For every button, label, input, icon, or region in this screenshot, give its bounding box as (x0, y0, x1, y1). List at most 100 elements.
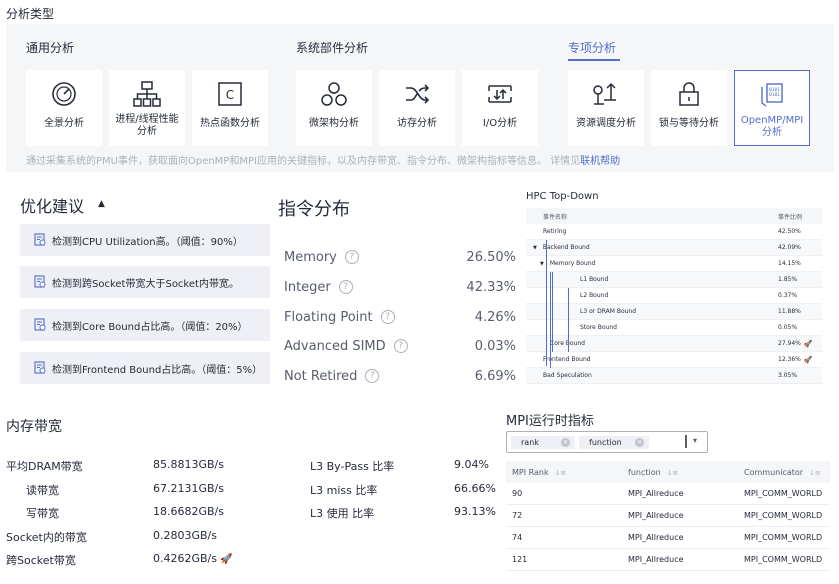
help-question-icon[interactable]: ? (365, 369, 380, 383)
card-hierarchy[interactable]: 进程/线程性能分析 (109, 70, 185, 146)
hpc-topdown-title: HPC Top-Down (526, 191, 599, 202)
chevron-down-icon[interactable]: ▾ (693, 436, 697, 445)
card-scheduling[interactable]: 资源调度分析 (568, 70, 644, 146)
mpi-rank-cell: 90 (512, 489, 523, 498)
instruction-name: Advanced SIMD (284, 338, 386, 354)
card-label: 资源调度分析 (576, 118, 636, 129)
online-help-link[interactable]: 联机帮助 (580, 156, 620, 167)
sort-icon[interactable]: ↓≡ (667, 469, 679, 477)
hpc-row[interactable]: ▼ Memory Bound 14.15% (526, 256, 822, 272)
expand-triangle-icon[interactable]: ▼ (533, 245, 537, 251)
suggestion-text: 检测到跨Socket带宽大于Socket内带宽。 (52, 278, 239, 290)
suggestion-item[interactable]: 检测到CPU Utilization高。（阈值：90%） (20, 224, 270, 256)
suggestion-text: 检测到Frontend Bound占比高。（阈值：5%） (52, 364, 263, 376)
help-question-icon[interactable]: ? (380, 310, 395, 324)
hpc-row[interactable]: ▼ Backend Bound 42.09% (526, 240, 822, 256)
help-question-icon[interactable]: ? (344, 250, 359, 264)
hpc-row-value: 42.50% (778, 228, 801, 235)
hpc-row-value: 3.05% (778, 372, 798, 379)
rocket-alert-icon: 🚀 (803, 355, 813, 364)
suggestion-item[interactable]: 检测到Core Bound占比高。（阈值：20%） (20, 309, 270, 341)
instruction-row: Memory? 26.50% (284, 246, 516, 268)
table-row[interactable]: 90 MPI_Allreduce MPI_COMM_WORLD (506, 483, 830, 505)
mpi-col-rank[interactable]: MPI Rank ↓≡ (506, 468, 622, 477)
card-label: 锁与等待分析 (659, 118, 719, 129)
hpc-row-value: 42.09% (778, 244, 801, 251)
mpi-communicator-cell: MPI_COMM_WORLD (744, 533, 823, 542)
instruction-name: Floating Point (284, 309, 373, 325)
hpc-row: Store Bound 0.05% (526, 320, 822, 336)
memory-metric-label: 写带宽 (26, 507, 59, 520)
suggestion-text: 检测到Core Bound占比高。（阈值：20%） (52, 321, 248, 333)
table-row[interactable]: 121 MPI_Allreduce MPI_COMM_WORLD (506, 549, 830, 571)
card-io[interactable]: I/O分析 (462, 70, 538, 146)
mpi-communicator-cell: MPI_COMM_WORLD (744, 489, 823, 498)
mpi-communicator-cell: MPI_COMM_WORLD (744, 511, 823, 520)
instruction-name: Memory (284, 249, 337, 265)
suggestion-item[interactable]: 检测到Frontend Bound占比高。（阈值：5%） (20, 352, 270, 384)
suggestion-item[interactable]: 检测到跨Socket带宽大于Socket内带宽。 (20, 266, 270, 298)
tag-remove-icon[interactable]: ✕ (561, 438, 570, 447)
help-question-icon[interactable]: ? (338, 280, 353, 294)
instruction-name: Integer (284, 279, 331, 295)
hpc-row: L1 Bound 1.85% (526, 272, 822, 288)
mpi-column-select[interactable]: rank ✕ function ✕ ▾ (506, 431, 708, 453)
mpi-function-cell: MPI_Allreduce (628, 555, 684, 564)
tag-remove-icon[interactable]: ✕ (635, 438, 644, 447)
sort-icon[interactable]: ↓≡ (555, 469, 567, 477)
collapse-caret-icon[interactable]: ▲ (98, 199, 105, 209)
hpc-row-value: 0.37% (778, 292, 798, 299)
mpi-rank-cell: 72 (512, 511, 523, 520)
rocket-alert-icon: 🚀 (220, 554, 233, 565)
tag-function: function ✕ (579, 436, 649, 449)
mpi-col-function[interactable]: function ↓≡ (622, 468, 738, 477)
mpi-metrics-title: MPI运行时指标 (506, 414, 594, 429)
card-function-c[interactable]: C 热点函数分析 (192, 70, 268, 146)
instruction-value: 4.26% (474, 309, 516, 325)
instruction-value: 42.33% (466, 279, 516, 295)
hpc-row-name: Retiring (543, 228, 567, 235)
expand-triangle-icon[interactable]: ▼ (540, 261, 544, 267)
mpi-function-cell: MPI_Allreduce (628, 489, 684, 498)
card-openmp-mpi[interactable]: 0101 0101 OpenMP/MPI分析 (734, 70, 810, 146)
card-nodes[interactable]: 微架构分析 (296, 70, 372, 146)
mpi-function-cell: MPI_Allreduce (628, 533, 684, 542)
mpi-col-communicator[interactable]: Communicator ↓≡ (738, 468, 830, 477)
help-question-icon[interactable]: ? (393, 339, 408, 353)
instruction-distribution-title: 指令分布 (278, 199, 350, 220)
memory-metric-value: 67.2131GB/s (153, 482, 224, 495)
svg-text:0101: 0101 (769, 92, 780, 98)
memory-metric-label: 跨Socket带宽 (6, 554, 76, 567)
card-label: 微架构分析 (309, 118, 359, 129)
panel-description: 通过采集系统的PMU事件，获取面向OpenMP和MPI应用的关键指标，以及内存带… (26, 156, 621, 167)
l3-metric-label: L3 By-Pass 比率 (310, 460, 395, 473)
group-special-title[interactable]: 专项分析 (568, 39, 616, 56)
tree-guide-line (546, 240, 547, 366)
memory-metric-label: Socket内的带宽 (6, 531, 87, 544)
card-gauge[interactable]: 全景分析 (26, 70, 102, 146)
instruction-row: Integer? 42.33% (284, 276, 516, 298)
nodes-icon (320, 70, 348, 112)
hpc-row: L3 or DRAM Bound 11.88% (526, 304, 822, 320)
card-label: I/O分析 (482, 118, 518, 129)
tree-guide-line (550, 272, 551, 368)
instruction-value: 0.03% (474, 338, 516, 354)
memory-metric-label: 读带宽 (26, 484, 59, 497)
io-icon (486, 70, 514, 112)
table-row[interactable]: 74 MPI_Allreduce MPI_COMM_WORLD (506, 527, 830, 549)
memory-metric-value: 85.8813GB/s (153, 458, 224, 471)
hpc-row-value: 0.05% (778, 324, 798, 331)
mpi-rank-cell: 121 (512, 555, 528, 564)
table-row[interactable]: 72 MPI_Allreduce MPI_COMM_WORLD (506, 505, 830, 527)
sort-icon[interactable]: ↓≡ (809, 469, 821, 477)
hpc-col-name: 事件名称 (543, 213, 568, 221)
analysis-type-panel: 通用分析 系统部件分析 专项分析 全景分析 进程/线程性能分析 C 热点函数分析 微架构… (6, 24, 834, 172)
hpc-row-value: 11.88% (778, 308, 801, 315)
card-label: 全景分析 (44, 118, 84, 129)
rocket-alert-icon: 🚀 (803, 339, 813, 348)
page-title: 分析类型 (6, 7, 55, 21)
card-label: OpenMP/MPI分析 (740, 115, 804, 138)
card-lock[interactable]: 锁与等待分析 (651, 70, 727, 146)
card-shuffle[interactable]: 访存分析 (379, 70, 455, 146)
lock-icon (675, 70, 703, 112)
